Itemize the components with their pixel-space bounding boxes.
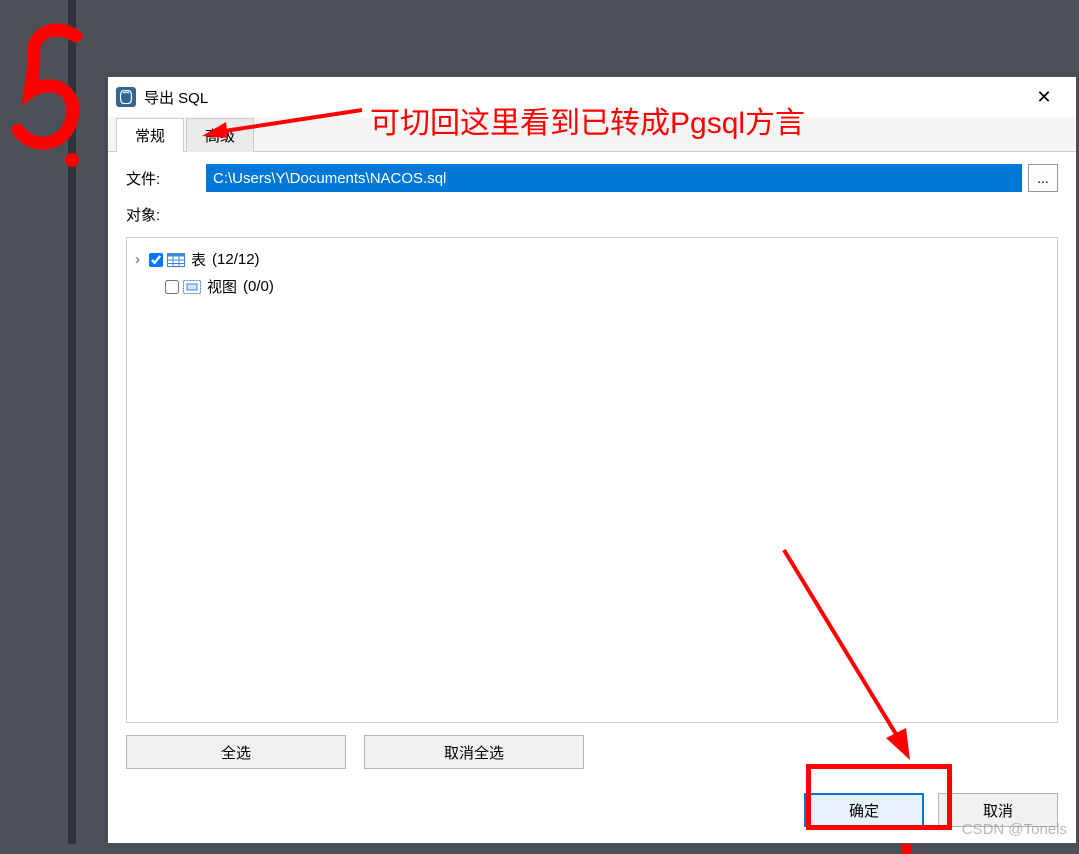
vertical-divider (68, 0, 76, 844)
table-icon (167, 252, 185, 268)
objects-tree: › 表 (12/12) 视图 (0/0) (126, 237, 1058, 723)
tab-advanced-label: 高级 (205, 128, 235, 145)
cancel-button[interactable]: 取消 (938, 793, 1058, 827)
view-icon (183, 279, 201, 295)
tab-advanced[interactable]: 高级 (186, 118, 254, 152)
views-label: 视图 (207, 276, 237, 297)
objects-label: 对象: (126, 204, 206, 225)
file-label: 文件: (126, 168, 206, 189)
tables-checkbox[interactable] (149, 253, 163, 267)
selection-buttons: 全选 取消全选 (126, 735, 1058, 769)
views-checkbox[interactable] (165, 280, 179, 294)
deselect-all-label: 取消全选 (444, 745, 504, 762)
cancel-label: 取消 (983, 803, 1013, 820)
annotation-step-number (10, 18, 88, 168)
expander-icon[interactable]: › (135, 251, 149, 268)
tree-item-views[interactable]: 视图 (0/0) (151, 273, 1049, 300)
deselect-all-button[interactable]: 取消全选 (364, 735, 584, 769)
titlebar: 导出 SQL ✕ (108, 77, 1076, 117)
tree-item-tables[interactable]: › 表 (12/12) (135, 246, 1049, 273)
file-path-input[interactable] (206, 164, 1022, 192)
dialog-title: 导出 SQL (144, 87, 208, 108)
views-count: (0/0) (243, 278, 274, 295)
tables-count: (12/12) (212, 251, 260, 268)
browse-button[interactable]: ... (1028, 164, 1058, 192)
ok-button[interactable]: 确定 (804, 793, 924, 827)
dialog-content: 文件: ... 对象: › 表 (12/12) (108, 152, 1076, 781)
dialog-footer: 确定 取消 (108, 781, 1076, 843)
file-row: 文件: ... (126, 164, 1058, 192)
select-all-label: 全选 (221, 745, 251, 762)
tab-general-label: 常规 (135, 128, 165, 145)
close-icon: ✕ (1036, 87, 1051, 108)
tab-row: 常规 高级 (108, 117, 1076, 152)
objects-row: 对象: (126, 204, 1058, 225)
browse-label: ... (1037, 170, 1049, 186)
export-sql-dialog: 导出 SQL ✕ 常规 高级 文件: ... 对象: › (107, 76, 1077, 844)
close-button[interactable]: ✕ (1020, 77, 1068, 117)
tables-label: 表 (191, 249, 206, 270)
ok-label: 确定 (849, 803, 879, 820)
select-all-button[interactable]: 全选 (126, 735, 346, 769)
app-icon (116, 87, 136, 107)
tab-general[interactable]: 常规 (116, 118, 184, 152)
